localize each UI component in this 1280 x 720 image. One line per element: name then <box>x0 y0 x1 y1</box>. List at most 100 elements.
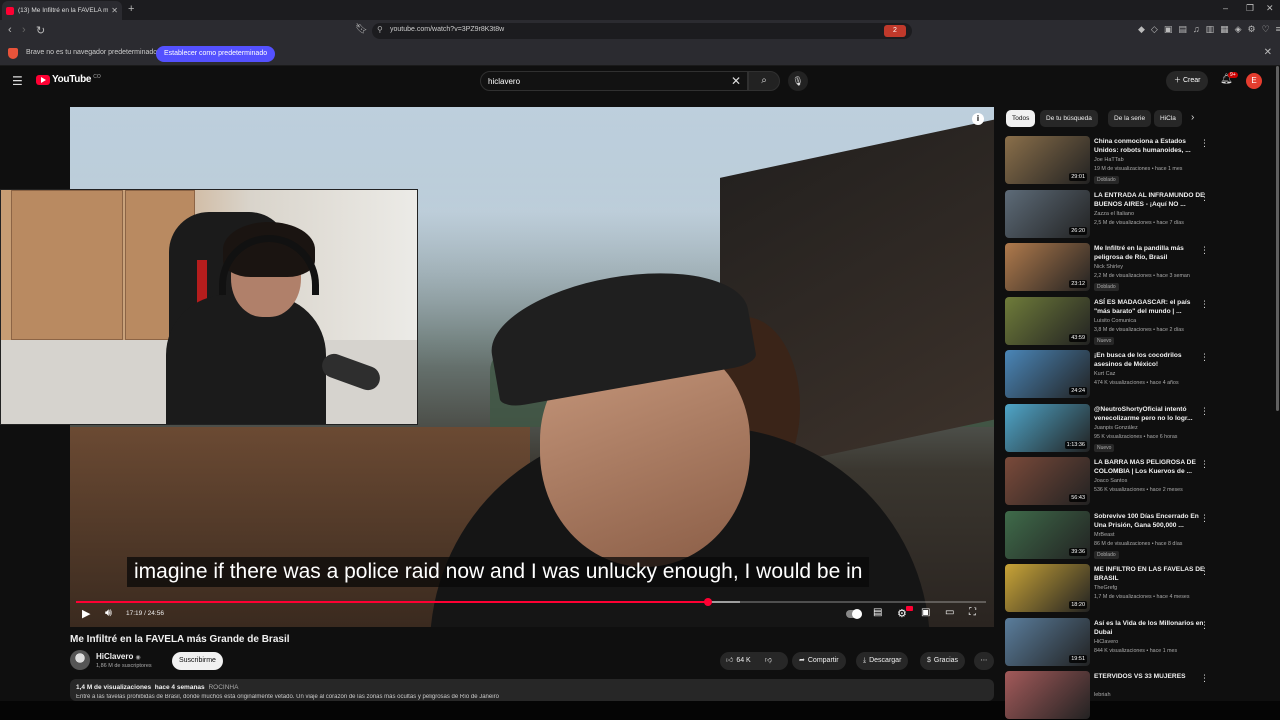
like-count[interactable]: 64 K <box>736 657 750 664</box>
description-box[interactable]: 1,4 M de visualizaciones hace 4 semanas … <box>70 679 994 701</box>
chip-3[interactable]: HiCla <box>1154 110 1182 127</box>
recommendation-title[interactable]: Así es la Vida de los Millonarios en Dub… <box>1094 619 1206 637</box>
recommendation-item[interactable]: 43:59 ASÍ ES MADAGASCAR: el país "más bar… <box>1005 296 1255 347</box>
window-close-icon[interactable]: ✕ <box>1266 3 1274 14</box>
more-options-icon[interactable]: ⋮ <box>1200 406 1209 417</box>
thanks-button[interactable]: $ Gracias <box>920 652 966 670</box>
recommendation-item[interactable]: 26:20 LA ENTRADA AL INFRAMUNDO DE BUENOS … <box>1005 189 1255 240</box>
more-options-icon[interactable]: ⋮ <box>1200 620 1209 631</box>
address-bar[interactable]: ⚲ youtube.com/watch?v=3PZ9r8K3t8w 2 <box>372 23 912 39</box>
recommendation-item[interactable]: 18:20 ME INFILTRO EN LAS FAVELAS DE BRASI… <box>1005 564 1255 614</box>
video-thumbnail[interactable]: 1:13:36 <box>1005 403 1090 452</box>
chip-1[interactable]: De tu búsqueda <box>1040 110 1098 127</box>
hashtag[interactable]: ROCINHA <box>208 684 238 691</box>
recommendation-item[interactable]: ETERVIDOS VS 33 MUJERES lebriah ⋮ <box>1005 671 1255 720</box>
recommendation-channel[interactable]: lebriah <box>1094 692 1111 698</box>
search-input[interactable]: hiclavero ✕ <box>480 71 748 91</box>
more-options-icon[interactable]: ⋮ <box>1200 138 1209 149</box>
miniplayer-icon[interactable]: ▣ <box>921 607 930 618</box>
recommendation-channel[interactable]: Luisito Comunica <box>1094 318 1136 324</box>
recommendation-title[interactable]: ETERVIDOS VS 33 MUJERES <box>1094 672 1206 681</box>
recommendation-channel[interactable]: Joe HaTTab <box>1094 157 1124 163</box>
recommendation-item[interactable]: 29:01 China conmociona a Estados Unidos: … <box>1005 136 1255 186</box>
more-options-icon[interactable]: ⋮ <box>1200 459 1209 470</box>
page-scrollbar[interactable] <box>1276 66 1279 411</box>
recommendation-item[interactable]: 23:12 Me Infiltré en la pandilla más peli… <box>1005 243 1255 293</box>
video-thumbnail[interactable]: 18:20 <box>1005 564 1090 612</box>
volume-icon[interactable]: 🔊︎ <box>105 607 112 620</box>
set-default-button[interactable]: Establecer como predeterminado <box>156 46 276 62</box>
recommendation-channel[interactable]: TheGrefg <box>1094 585 1117 591</box>
back-icon[interactable]: ‹ <box>8 24 12 36</box>
recommendation-item[interactable]: 39:36 Sobrevive 100 Días Encerrado En Una… <box>1005 510 1255 561</box>
recommendation-title[interactable]: ASÍ ES MADAGASCAR: el país "más barato" … <box>1094 298 1206 316</box>
share-button[interactable]: ➦ Compartir <box>792 652 846 670</box>
chips-next-icon[interactable]: › <box>1191 112 1194 123</box>
create-button[interactable]: ＋ Crear <box>1166 71 1209 91</box>
video-thumbnail[interactable]: 56:43 <box>1005 457 1090 505</box>
recommendation-title[interactable]: @NeutroShortyOficial intentó venecolizar… <box>1094 405 1206 423</box>
recommendation-channel[interactable]: Joaco Santos <box>1094 478 1127 484</box>
chip-2[interactable]: De la serie <box>1108 110 1152 127</box>
more-options-icon[interactable]: ⋮ <box>1200 192 1209 203</box>
channel-name[interactable]: HiClavero ◉ <box>96 652 141 661</box>
channel-avatar[interactable] <box>70 650 90 670</box>
download-button[interactable]: ⤓ Descargar <box>856 652 909 670</box>
recommendation-channel[interactable]: Nick Shirley <box>1094 264 1123 270</box>
recommendation-item[interactable]: 1:13:36 @NeutroShortyOficial intentó vene… <box>1005 403 1255 454</box>
microphone-icon[interactable]: 🎙︎ <box>788 71 808 91</box>
recommendation-title[interactable]: Sobrevive 100 Días Encerrado En Una Pris… <box>1094 512 1206 530</box>
browser-tab[interactable]: (13) Me Infiltré en la FAVELA más ✕ <box>2 1 122 20</box>
brave-shield-icon[interactable]: 2 <box>884 25 906 37</box>
recommendation-item[interactable]: 56:43 LA BARRA MAS PELIGROSA DE COLOMBIA … <box>1005 457 1255 507</box>
subtitles-icon[interactable]: ▤ <box>873 607 882 618</box>
video-thumbnail[interactable] <box>1005 671 1090 719</box>
play-icon[interactable]: ▶ <box>82 607 90 620</box>
youtube-logo[interactable]: YouTube CO <box>36 74 101 85</box>
video-thumbnail[interactable]: 26:20 <box>1005 189 1090 238</box>
like-icon[interactable]: 👍︎ <box>726 657 733 664</box>
video-thumbnail[interactable]: 19:51 <box>1005 617 1090 666</box>
recommendation-channel[interactable]: Juanpis González <box>1094 425 1138 431</box>
more-options-icon[interactable]: ⋮ <box>1200 299 1209 310</box>
extension-icons[interactable]: ◆◇▣▤♫▥▦◈⚙♡≡ <box>1138 24 1280 35</box>
new-tab-icon[interactable]: + <box>128 3 134 15</box>
recommendation-channel[interactable]: HiClavero <box>1094 639 1118 645</box>
fullscreen-icon[interactable]: ⛶ <box>969 607 976 618</box>
maximize-icon[interactable]: ❐ <box>1246 3 1254 14</box>
recommendation-channel[interactable]: Zazza el Italiano <box>1094 211 1134 217</box>
reload-icon[interactable]: ↻ <box>36 24 45 37</box>
recommendation-title[interactable]: China conmociona a Estados Unidos: robot… <box>1094 137 1206 155</box>
recommendation-item[interactable]: 19:51 Así es la Vida de los Millonarios e… <box>1005 617 1255 668</box>
recommendation-title[interactable]: LA BARRA MAS PELIGROSA DE COLOMBIA | Los… <box>1094 458 1206 476</box>
progress-bar[interactable] <box>76 598 986 606</box>
site-info-icon[interactable]: ⚲ <box>377 25 383 34</box>
video-thumbnail[interactable]: 43:59 <box>1005 296 1090 345</box>
subscribe-button[interactable]: Suscribirme <box>172 652 223 670</box>
close-tab-icon[interactable]: ✕ <box>111 6 118 15</box>
forward-icon[interactable]: › <box>22 24 26 36</box>
theater-mode-icon[interactable]: ▭ <box>945 607 954 618</box>
video-thumbnail[interactable]: 29:01 <box>1005 136 1090 184</box>
account-avatar[interactable]: E <box>1246 73 1262 89</box>
recommendation-item[interactable]: 24:24 ¡En busca de los cocodrilos asesino… <box>1005 350 1255 400</box>
more-options-icon[interactable]: ⋮ <box>1200 245 1209 256</box>
recommendation-title[interactable]: LA ENTRADA AL INFRAMUNDO DE BUENOS AIRES… <box>1094 191 1206 209</box>
hamburger-menu-icon[interactable]: ☰ <box>12 74 23 88</box>
clear-search-icon[interactable]: ✕ <box>731 74 741 88</box>
search-icon[interactable]: ⌕ <box>748 71 780 91</box>
video-thumbnail[interactable]: 39:36 <box>1005 510 1090 559</box>
bookmark-icon[interactable]: 🔖︎ <box>355 24 368 35</box>
more-options-icon[interactable]: ⋮ <box>1200 513 1209 524</box>
video-info-icon[interactable]: i <box>972 113 984 125</box>
infobar-close-icon[interactable]: ✕ <box>1264 47 1272 58</box>
recommendation-channel[interactable]: MrBeast <box>1094 532 1114 538</box>
more-options-icon[interactable]: ⋮ <box>1200 566 1209 577</box>
autoplay-toggle[interactable] <box>846 609 862 619</box>
dislike-icon[interactable]: 👎︎ <box>765 657 772 664</box>
recommendation-channel[interactable]: Kurt Caz <box>1094 371 1115 377</box>
more-actions-icon[interactable]: ⋯ <box>974 652 994 670</box>
more-options-icon[interactable]: ⋮ <box>1200 352 1209 363</box>
more-options-icon[interactable]: ⋮ <box>1200 673 1209 684</box>
recommendation-title[interactable]: Me Infiltré en la pandilla más peligrosa… <box>1094 244 1206 262</box>
